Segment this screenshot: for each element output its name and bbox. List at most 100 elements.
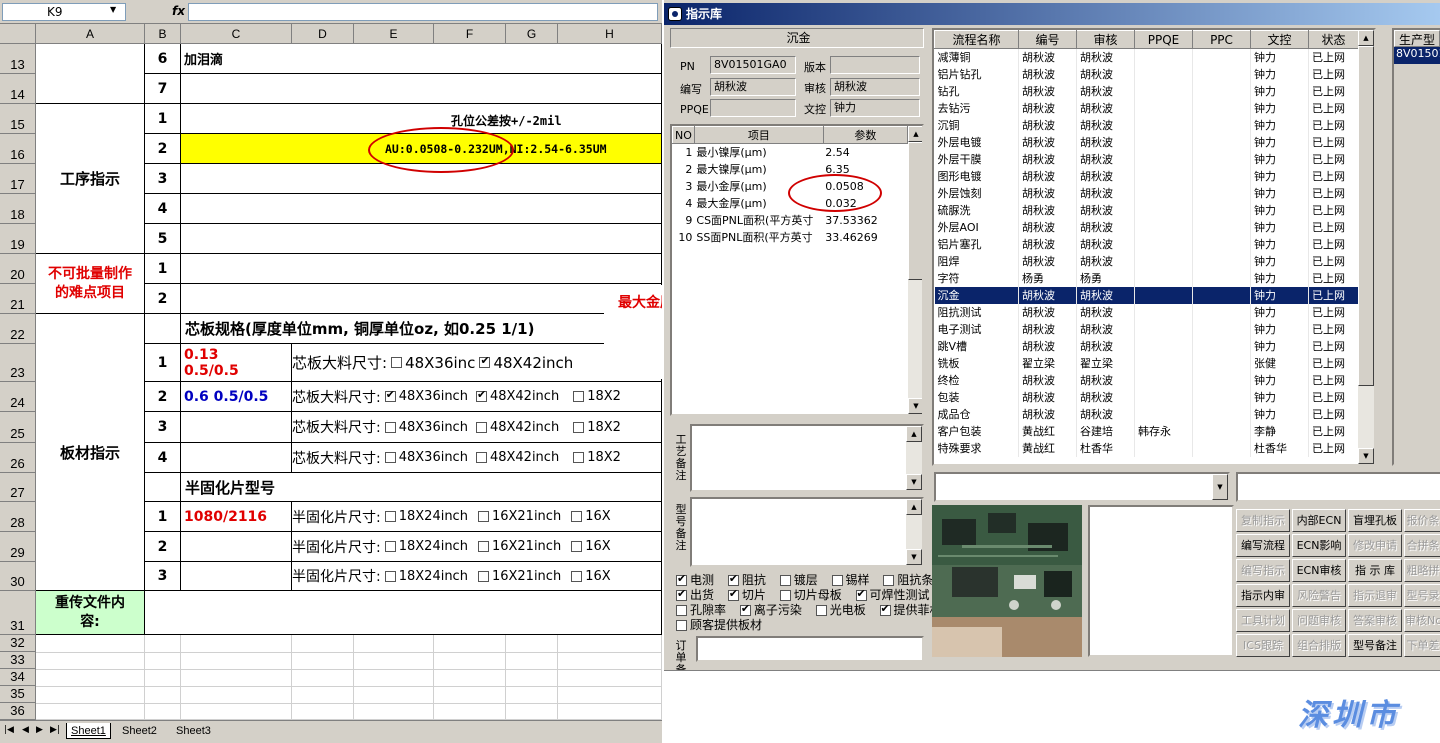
params-header-value[interactable]: 参数 — [822, 126, 909, 144]
flow-header-ppqe[interactable]: PPQE — [1134, 30, 1193, 49]
flow-row[interactable]: 外层干膜 胡秋波 胡秋波 钟力 已上网 — [934, 150, 1359, 168]
checkbox[interactable] — [676, 572, 687, 586]
checkbox-16x[interactable] — [571, 570, 583, 582]
row-header[interactable]: 21 — [0, 284, 36, 314]
cell-c27-prepreg-type[interactable]: 半固化片型号 — [181, 473, 662, 502]
check-optical-board[interactable]: 光电板 — [812, 601, 866, 618]
checkbox-48x42[interactable] — [475, 421, 487, 433]
cell-b21[interactable]: 2 — [145, 284, 181, 314]
params-header-item[interactable]: 项目 — [693, 126, 824, 144]
empty-cells[interactable] — [506, 635, 558, 720]
checkbox-18x24[interactable] — [384, 570, 396, 582]
flow-row[interactable]: 字符 杨勇 杨勇 钟力 已上网 — [934, 269, 1359, 287]
row-header[interactable]: 36 — [0, 703, 36, 720]
checkbox-48x42[interactable] — [475, 452, 487, 463]
flow-row[interactable]: 铣板 翟立梁 翟立梁 张健 已上网 — [934, 354, 1359, 372]
model-remark-field[interactable]: ▲ ▼ — [690, 497, 924, 567]
flow-select[interactable]: ▼ — [934, 472, 1230, 502]
flow-row[interactable]: 钻孔 胡秋波 胡秋波 钟力 已上网 — [934, 82, 1359, 100]
params-row[interactable]: 10 SS面PNL面积(平方英寸 33.46269 — [673, 229, 908, 246]
checkbox[interactable] — [883, 575, 895, 586]
pn-field[interactable]: 8V01501GA0 — [710, 56, 796, 74]
cell-b27[interactable] — [145, 473, 181, 502]
checkbox-16x21[interactable] — [477, 511, 489, 522]
checkbox-18x2[interactable] — [573, 391, 585, 402]
scroll-up-icon[interactable]: ▲ — [906, 499, 922, 515]
scroll-down-icon[interactable]: ▼ — [1358, 448, 1374, 464]
flow-header-status[interactable]: 状态 — [1308, 30, 1359, 49]
flow-row[interactable]: 外层电镀 胡秋波 胡秋波 钟力 已上网 — [934, 133, 1359, 151]
checkbox-18x24[interactable] — [384, 511, 396, 522]
flow-row[interactable]: 跳V槽 胡秋波 胡秋波 钟力 已上网 — [934, 337, 1359, 355]
cell-c14[interactable] — [181, 74, 662, 104]
cell-c29[interactable] — [181, 532, 292, 562]
cell-b20[interactable]: 1 — [145, 254, 181, 284]
blind-buried-via-button[interactable]: 盲埋孔板 — [1348, 509, 1402, 532]
cell-d25-core-size[interactable]: 芯板大料尺寸: 48X36inch 48X42inch 18X2 — [292, 412, 662, 443]
modify-request-button[interactable]: 修改申请 — [1348, 534, 1402, 557]
checkbox[interactable] — [879, 602, 891, 616]
cell-d24-core-size[interactable]: 芯板大料尺寸: 48X36inch 48X42inch 18X2 — [292, 382, 662, 412]
instruction-library-button[interactable]: 指 示 库 — [1348, 559, 1402, 582]
row-header[interactable]: 34 — [0, 669, 36, 686]
row-header[interactable]: 27 — [0, 473, 36, 502]
cell-b24[interactable]: 2 — [145, 382, 181, 412]
checkbox-48x36[interactable] — [391, 357, 403, 368]
column-header[interactable]: E — [354, 24, 434, 44]
empty-cells[interactable] — [354, 635, 434, 720]
cell-c20[interactable] — [181, 254, 662, 284]
cell-a13[interactable] — [36, 44, 145, 104]
remark-scrollbar[interactable]: ▲ ▼ — [906, 426, 922, 490]
formula-input[interactable] — [188, 3, 658, 21]
scroll-thumb[interactable] — [1358, 46, 1374, 386]
row-header[interactable]: 29 — [0, 532, 36, 562]
flow-header-number[interactable]: 编号 — [1018, 30, 1077, 49]
internal-ecn-button[interactable]: 内部ECN — [1292, 509, 1346, 532]
version-field[interactable] — [830, 56, 920, 74]
order-diff-button[interactable]: 下单差 — [1404, 634, 1440, 657]
checkbox[interactable] — [676, 620, 687, 631]
row-header[interactable]: 26 — [0, 443, 36, 473]
checkbox-48x36[interactable] — [384, 388, 396, 402]
prev-sheet-icon[interactable]: ◀ — [22, 725, 29, 735]
model-select[interactable] — [1236, 472, 1440, 502]
ppqe-field[interactable] — [710, 99, 796, 117]
row-header[interactable]: 32 — [0, 635, 36, 652]
cell-b16[interactable]: 2 — [145, 134, 181, 164]
name-box[interactable]: K9 — [2, 3, 126, 21]
cell-d26-core-size[interactable]: 芯板大料尺寸: 48X36inch 48X42inch 18X2 — [292, 443, 662, 473]
cell-b30[interactable]: 3 — [145, 562, 181, 591]
reviewer-field[interactable]: 胡秋波 — [830, 78, 920, 96]
flow-row[interactable]: 减薄铜 胡秋波 胡秋波 钟力 已上网 — [934, 48, 1359, 66]
row-header[interactable]: 16 — [0, 134, 36, 164]
doc-control-field[interactable]: 钟力 — [830, 99, 920, 117]
row-header[interactable]: 33 — [0, 652, 36, 669]
cell-difficult-items[interactable]: 不可批量制作的难点项目 — [36, 254, 145, 314]
empty-cells[interactable] — [434, 635, 506, 720]
flow-row[interactable]: 铝片钻孔 胡秋波 胡秋波 钟力 已上网 — [934, 65, 1359, 83]
flow-row[interactable]: 沉铜 胡秋波 胡秋波 钟力 已上网 — [934, 116, 1359, 134]
flow-row[interactable]: 硫脲洗 胡秋波 胡秋波 钟力 已上网 — [934, 201, 1359, 219]
checkbox-48x36[interactable] — [384, 452, 396, 463]
check-customer-material[interactable]: 顾客提供板材 — [672, 616, 762, 633]
flow-row[interactable]: 外层AOI 胡秋波 胡秋波 钟力 已上网 — [934, 218, 1359, 236]
cell-c28[interactable]: 1080/2116 — [181, 502, 292, 532]
risk-warning-button[interactable]: 风险警告 — [1292, 584, 1346, 607]
row-header[interactable]: 30 — [0, 562, 36, 591]
issue-review-button[interactable]: 问题审核 — [1292, 609, 1346, 632]
flow-row[interactable]: 铝片塞孔 胡秋波 胡秋波 钟力 已上网 — [934, 235, 1359, 253]
cell-b26[interactable]: 4 — [145, 443, 181, 473]
cell-b25[interactable]: 3 — [145, 412, 181, 443]
cell-b23[interactable]: 1 — [145, 344, 181, 382]
next-sheet-icon[interactable]: ▶ — [36, 725, 43, 735]
title-bar[interactable]: 指示库 — [664, 3, 1440, 25]
checkbox[interactable] — [676, 605, 687, 616]
tab-sheet1[interactable]: Sheet1 — [66, 723, 111, 739]
write-instruction-button[interactable]: 编写指示 — [1236, 559, 1290, 582]
empty-cells[interactable] — [292, 635, 354, 720]
checkbox-16x[interactable] — [571, 541, 583, 552]
model-remark-button[interactable]: 型号备注 — [1348, 634, 1402, 657]
cell-c23[interactable]: 0.13 0.5/0.5 — [181, 344, 292, 382]
cell-c19[interactable] — [181, 224, 662, 254]
empty-cells[interactable] — [145, 635, 181, 720]
